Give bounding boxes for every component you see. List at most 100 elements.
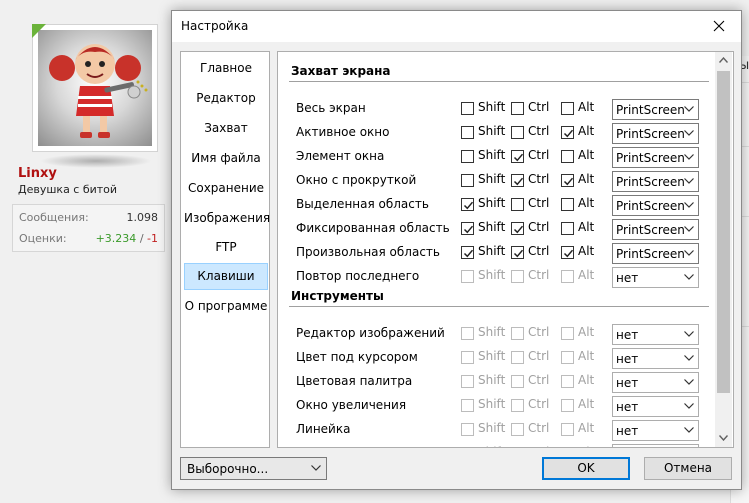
ctrl-label: Ctrl: [528, 172, 550, 186]
alt-checkbox[interactable]: [561, 222, 574, 235]
alt-label: Alt: [578, 196, 595, 210]
ctrl-checkbox[interactable]: [511, 198, 524, 211]
checkmark-icon: [463, 201, 474, 210]
stat-row-messages: Сообщения: 1.098: [19, 211, 158, 227]
chevron-down-icon: [684, 403, 694, 409]
alt-label: Alt: [578, 100, 595, 114]
ctrl-checkbox[interactable]: [511, 246, 524, 259]
ctrl-checkbox[interactable]: [511, 222, 524, 235]
nav-item[interactable]: Клавиши: [184, 263, 268, 290]
cancel-button[interactable]: Отмена: [644, 457, 732, 480]
key-select-value: PrintScreen: [616, 103, 685, 117]
ctrl-checkbox[interactable]: [511, 126, 524, 139]
key-select[interactable]: нет: [612, 396, 699, 417]
nav-item[interactable]: Главное: [184, 55, 268, 82]
key-select-value: PrintScreen: [616, 247, 685, 261]
shift-checkbox[interactable]: [461, 102, 474, 115]
scroll-up-button[interactable]: [715, 52, 732, 69]
key-select[interactable]: PrintScreen: [612, 99, 699, 120]
close-icon: [713, 20, 725, 32]
alt-checkbox: [561, 375, 574, 388]
key-select[interactable]: PrintScreen: [612, 243, 699, 264]
key-select[interactable]: нет: [612, 348, 699, 369]
shift-checkbox: [461, 399, 474, 412]
avatar[interactable]: [32, 24, 158, 152]
shift-checkbox: [461, 270, 474, 283]
nav-item[interactable]: О программе: [184, 293, 268, 320]
key-select[interactable]: PrintScreen: [612, 147, 699, 168]
ctrl-label: Ctrl: [528, 268, 550, 282]
chevron-down-icon: [684, 274, 694, 280]
shift-checkbox[interactable]: [461, 246, 474, 259]
alt-checkbox[interactable]: [561, 126, 574, 139]
stat-row-ratings: Оценки: +3.234 / -1: [19, 232, 158, 248]
key-select[interactable]: нет: [612, 372, 699, 393]
ctrl-checkbox: [511, 447, 524, 448]
alt-label: Alt: [578, 172, 595, 186]
key-select[interactable]: нет: [612, 420, 699, 441]
nav-item[interactable]: Изображения: [184, 205, 270, 232]
shift-checkbox: [461, 375, 474, 388]
alt-checkbox: [561, 270, 574, 283]
section-header: Захват экрана: [291, 64, 391, 78]
alt-label: Alt: [578, 421, 595, 435]
key-select[interactable]: нет: [612, 267, 699, 288]
scroll-down-button[interactable]: [715, 430, 732, 447]
shift-label: Shift: [478, 124, 506, 138]
ctrl-checkbox[interactable]: [511, 102, 524, 115]
hotkey-label: Выделенная область: [296, 197, 429, 211]
shift-label: Shift: [478, 220, 506, 234]
hotkey-label: Активное окно: [296, 125, 390, 139]
section-divider: [289, 81, 709, 82]
settings-dialog: Настройка Главное Редактор Захват Имя файла…: [171, 10, 742, 490]
user-name-link[interactable]: Linxy: [18, 166, 57, 181]
alt-label: Alt: [578, 349, 595, 363]
shift-checkbox[interactable]: [461, 222, 474, 235]
alt-checkbox[interactable]: [561, 150, 574, 163]
key-select[interactable]: PrintScreen: [612, 123, 699, 144]
key-select[interactable]: нет: [612, 324, 699, 345]
key-select[interactable]: PrintScreen: [612, 219, 699, 240]
stat-label: Сообщения:: [19, 211, 89, 224]
alt-checkbox[interactable]: [561, 102, 574, 115]
checkmark-icon: [513, 225, 524, 234]
alt-checkbox[interactable]: [561, 246, 574, 259]
shift-label: Shift: [478, 100, 506, 114]
chevron-up-icon: [719, 57, 728, 63]
shift-checkbox[interactable]: [461, 198, 474, 211]
key-select-value: PrintScreen: [616, 127, 685, 141]
alt-checkbox[interactable]: [561, 174, 574, 187]
avatar-online-indicator: [32, 24, 46, 38]
alt-label: Alt: [578, 148, 595, 162]
key-select[interactable]: нет: [612, 444, 699, 447]
scroll-thumb[interactable]: [717, 71, 730, 393]
nav-item[interactable]: Сохранение: [184, 175, 268, 202]
key-select-value: PrintScreen: [616, 151, 685, 165]
key-select[interactable]: PrintScreen: [612, 195, 699, 216]
nav-item[interactable]: Захват: [184, 115, 268, 142]
checkmark-icon: [463, 249, 474, 258]
shift-label: Shift: [478, 373, 506, 387]
settings-nav-list: Главное Редактор Захват Имя файла Сохранение…: [180, 51, 270, 448]
shift-checkbox[interactable]: [461, 150, 474, 163]
preset-select[interactable]: Выборочно...: [180, 457, 327, 480]
shift-checkbox[interactable]: [461, 126, 474, 139]
close-button[interactable]: [697, 11, 741, 42]
ctrl-label: Ctrl: [528, 100, 550, 114]
vertical-scrollbar[interactable]: [715, 52, 732, 447]
alt-checkbox[interactable]: [561, 198, 574, 211]
key-select-value: нет: [616, 424, 639, 438]
checkmark-icon: [513, 177, 524, 186]
nav-item[interactable]: Имя файла: [184, 145, 268, 172]
nav-item[interactable]: Редактор: [184, 85, 268, 112]
alt-label: Alt: [578, 325, 595, 339]
key-select[interactable]: PrintScreen: [612, 171, 699, 192]
ok-button[interactable]: OK: [542, 457, 630, 480]
nav-item[interactable]: FTP: [184, 234, 268, 261]
ctrl-checkbox[interactable]: [511, 174, 524, 187]
ctrl-checkbox[interactable]: [511, 150, 524, 163]
dialog-titlebar[interactable]: Настройка: [172, 11, 741, 42]
ctrl-label: Ctrl: [528, 220, 550, 234]
key-select-value: нет: [616, 271, 639, 285]
shift-checkbox[interactable]: [461, 174, 474, 187]
